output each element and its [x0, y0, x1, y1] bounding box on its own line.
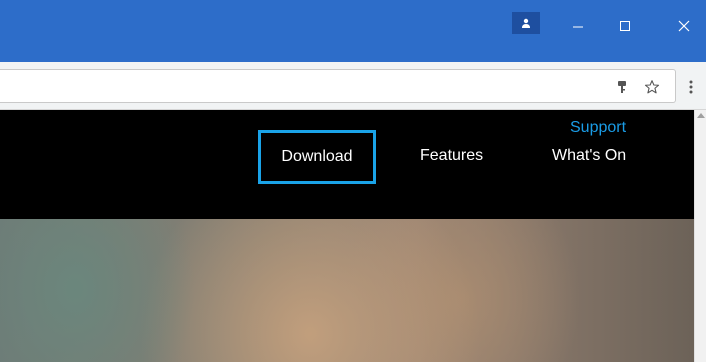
nav-features-link[interactable]: Features [420, 147, 483, 165]
nav-download-label: Download [281, 148, 353, 165]
three-dot-menu-icon[interactable] [683, 77, 699, 97]
maximize-button[interactable] [603, 10, 647, 42]
browser-titlebar [0, 0, 706, 62]
site-navigation: Support Download Features What's On [0, 110, 694, 219]
key-icon[interactable] [612, 77, 632, 97]
star-icon[interactable] [642, 77, 662, 97]
vertical-scrollbar[interactable] [694, 110, 706, 362]
minimize-button[interactable] [556, 10, 600, 42]
address-bar[interactable] [0, 69, 676, 103]
hero-image [0, 219, 694, 362]
close-button[interactable] [662, 10, 706, 42]
profile-button[interactable] [512, 12, 540, 34]
close-icon [678, 20, 690, 32]
minimize-icon [573, 26, 583, 28]
person-icon [522, 18, 530, 28]
nav-whats-on-link[interactable]: What's On [552, 147, 626, 165]
maximize-icon [620, 21, 630, 31]
scroll-up-arrow-icon[interactable] [697, 113, 705, 118]
web-page: Support Download Features What's On [0, 110, 694, 362]
support-link[interactable]: Support [570, 119, 626, 137]
browser-toolbar [0, 62, 706, 110]
nav-download-link[interactable]: Download [258, 130, 376, 184]
